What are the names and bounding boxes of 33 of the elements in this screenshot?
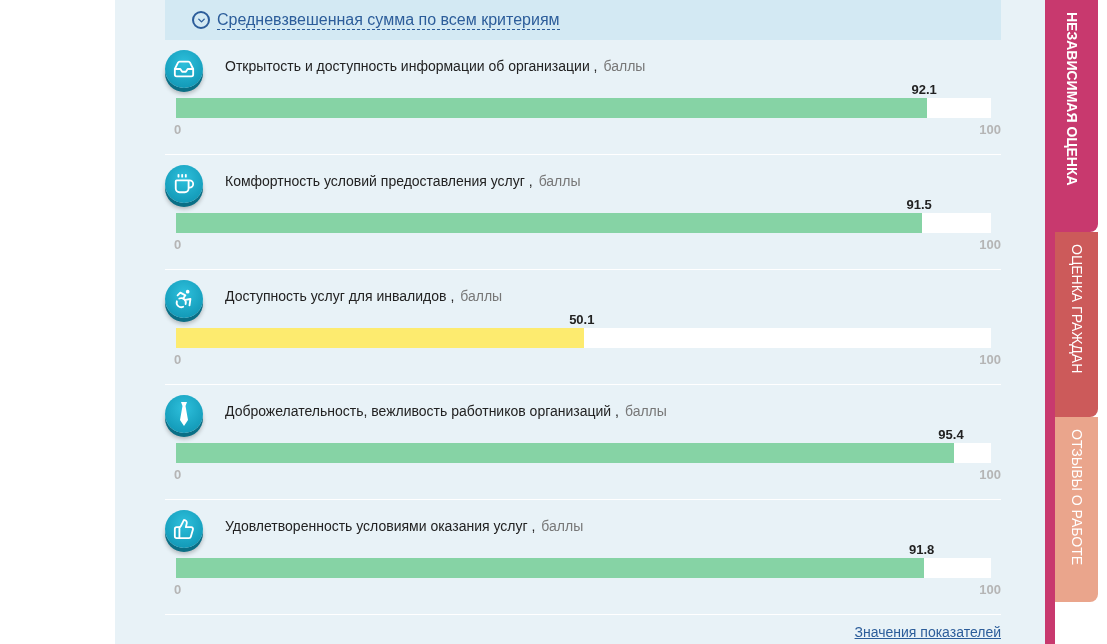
scale-max: 100 (979, 352, 1001, 367)
section-toggle-link[interactable]: Средневзвешенная сумма по всем критериям (217, 10, 560, 30)
scale-min: 0 (174, 237, 182, 252)
scale-min: 0 (174, 122, 182, 137)
tie-icon (177, 402, 191, 426)
score-value: 91.8 (908, 542, 935, 558)
side-tab[interactable]: ОЦЕНКА ГРАЖДАН (1055, 232, 1098, 417)
criterion-title: Удовлетворенность условиями оказания услуг , (225, 518, 536, 534)
unit-label: баллы (541, 518, 584, 534)
scale-max: 100 (979, 582, 1001, 597)
unit-label: баллы (460, 288, 503, 304)
scale-min: 0 (174, 582, 182, 597)
unit-label: баллы (538, 173, 581, 189)
thumbs-up-icon (173, 518, 195, 540)
chevron-circle-icon (192, 11, 210, 29)
criterion-title: Открытость и доступность информации об организации , (225, 58, 598, 74)
criterion-title: Комфортность условий предоставления услуг , (225, 173, 533, 189)
criterion-title: Доступность услуг для инвалидов , (225, 288, 455, 304)
score-value: 50.1 (569, 312, 595, 328)
score-value: 95.4 (938, 427, 964, 443)
scale-max: 100 (979, 122, 1001, 137)
criterion-title: Доброжелательность, вежливость работников организаций , (225, 403, 619, 419)
scale-min: 0 (174, 352, 182, 367)
scale-min: 0 (174, 467, 182, 482)
cup-icon (173, 173, 195, 195)
indicator-values-link[interactable]: Значения показателей (854, 624, 1001, 640)
inbox-tray-icon (173, 58, 195, 80)
score-value: 92.1 (911, 82, 937, 98)
scale-max: 100 (979, 237, 1001, 252)
score-value: 91.5 (906, 197, 932, 213)
unit-label: баллы (603, 58, 646, 74)
unit-label: баллы (624, 403, 667, 419)
scale-max: 100 (979, 467, 1001, 482)
